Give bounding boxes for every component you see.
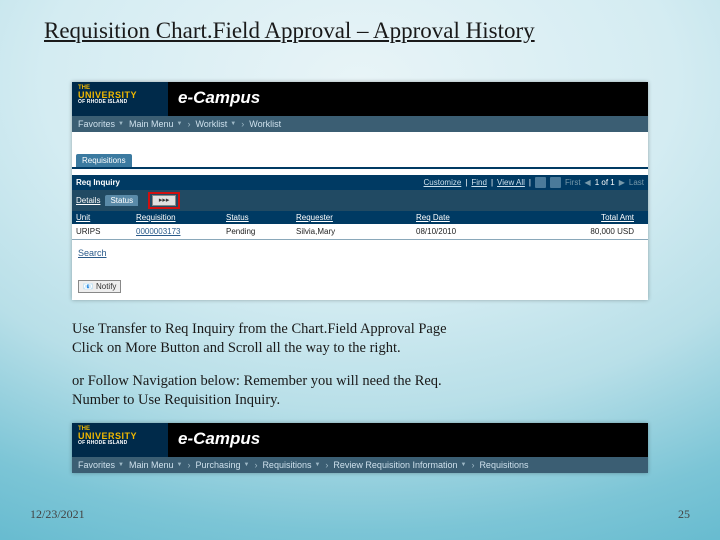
subtab-row: Details Status ▸▸▸ xyxy=(72,190,648,211)
col-reqdate[interactable]: Req Date xyxy=(416,213,516,222)
col-totalamt[interactable]: Total Amt xyxy=(516,213,644,222)
customize-link[interactable]: Customize xyxy=(424,178,462,187)
first-link[interactable]: First xyxy=(565,178,581,187)
crumb-mainmenu-2[interactable]: Main Menu▼ xyxy=(129,460,182,470)
chevron-down-icon: ▼ xyxy=(177,121,183,127)
table-row: URIPS 0000003173 Pending Silvia,Mary 08/… xyxy=(72,224,648,240)
cell-totalamt: 80,000 USD xyxy=(516,227,644,236)
slide-footer: 12/23/2021 25 xyxy=(30,507,690,522)
chevron-down-icon: ▼ xyxy=(177,462,183,468)
cell-unit: URIPS xyxy=(76,227,136,236)
chevron-down-icon: ▼ xyxy=(460,462,466,468)
tab-status[interactable]: Status xyxy=(105,195,138,206)
req-inquiry-bar: Req Inquiry Customize | Find | View All … xyxy=(72,175,648,190)
ecampus-brand-2: e-Campus xyxy=(168,423,648,457)
crumb-favorites-2[interactable]: Favorites▼ xyxy=(78,460,124,470)
crumb-purchasing[interactable]: Purchasing▼ xyxy=(195,460,249,470)
col-status[interactable]: Status xyxy=(226,213,296,222)
ecampus-brand: e-Campus xyxy=(168,82,648,116)
chevron-down-icon: ▼ xyxy=(243,462,249,468)
footer-page: 25 xyxy=(678,507,690,522)
crumb-requisitions-2[interactable]: Requisitions xyxy=(479,460,528,470)
instruction-block: Use Transfer to Req Inquiry from the Cha… xyxy=(72,320,648,409)
footer-date: 12/23/2021 xyxy=(30,507,85,522)
cell-reqdate: 08/10/2010 xyxy=(416,227,516,236)
next-icon[interactable]: ▶ xyxy=(619,178,625,187)
uri-logo-2: THE UNIVERSITY OF RHODE ISLAND xyxy=(72,423,168,457)
crumb-worklist2[interactable]: Worklist xyxy=(249,119,281,129)
grid-icon[interactable] xyxy=(535,177,546,188)
campus-header: THE UNIVERSITY OF RHODE ISLAND e-Campus xyxy=(72,82,648,116)
crumb-review[interactable]: Review Requisition Information▼ xyxy=(333,460,466,470)
find-link[interactable]: Find xyxy=(471,178,487,187)
search-link[interactable]: Search xyxy=(72,246,648,260)
tab-details[interactable]: Details xyxy=(76,196,100,205)
screenshot-bottom: THE UNIVERSITY OF RHODE ISLAND e-Campus … xyxy=(72,423,648,473)
chevron-down-icon: ▼ xyxy=(314,462,320,468)
more-highlight: ▸▸▸ xyxy=(148,192,180,209)
col-requisition[interactable]: Requisition xyxy=(136,213,226,222)
col-unit[interactable]: Unit xyxy=(76,213,136,222)
chevron-down-icon: ▼ xyxy=(118,121,124,127)
uri-logo: THE UNIVERSITY OF RHODE ISLAND xyxy=(72,82,168,116)
viewall-link[interactable]: View All xyxy=(497,178,525,187)
tab-requisitions[interactable]: Requisitions xyxy=(76,154,132,167)
crumb-mainmenu[interactable]: Main Menu▼ xyxy=(129,119,182,129)
crumb-requisitions[interactable]: Requisitions▼ xyxy=(262,460,320,470)
notify-button[interactable]: 📧 Notify xyxy=(78,280,121,293)
cell-status: Pending xyxy=(226,227,296,236)
more-button[interactable]: ▸▸▸ xyxy=(152,195,176,206)
screenshot-top: THE UNIVERSITY OF RHODE ISLAND e-Campus … xyxy=(72,82,648,300)
chevron-down-icon: ▼ xyxy=(118,462,124,468)
campus-header-2: THE UNIVERSITY OF RHODE ISLAND e-Campus xyxy=(72,423,648,457)
cell-requester: Silvia,Mary xyxy=(296,227,416,236)
notify-icon: 📧 xyxy=(83,282,93,291)
last-link[interactable]: Last xyxy=(629,178,644,187)
download-icon[interactable] xyxy=(550,177,561,188)
prev-icon[interactable]: ◀ xyxy=(585,178,591,187)
chevron-down-icon: ▼ xyxy=(230,121,236,127)
crumb-worklist[interactable]: Worklist▼ xyxy=(195,119,236,129)
req-inquiry-label: Req Inquiry xyxy=(76,178,120,187)
cell-requisition[interactable]: 0000003173 xyxy=(136,227,226,236)
pager-text: 1 of 1 xyxy=(595,178,615,187)
col-requester[interactable]: Requester xyxy=(296,213,416,222)
column-headers: Unit Requisition Status Requester Req Da… xyxy=(72,211,648,224)
crumb-favorites[interactable]: Favorites▼ xyxy=(78,119,124,129)
breadcrumb-top: Favorites▼ Main Menu▼ › Worklist▼ › Work… xyxy=(72,116,648,132)
breadcrumb-bottom: Favorites▼ Main Menu▼ › Purchasing▼ › Re… xyxy=(72,457,648,473)
slide-title: Requisition Chart.Field Approval – Appro… xyxy=(0,0,720,52)
